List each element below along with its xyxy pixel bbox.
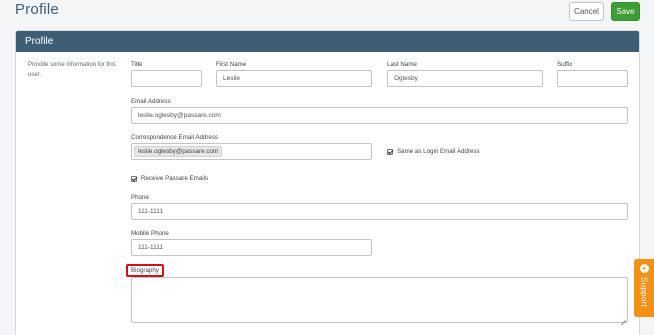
receive-emails-row[interactable]: Receive Passare Emails [131, 175, 208, 182]
last-name-input[interactable]: Oglesby [387, 70, 543, 87]
mobile-phone-label: Mobile Phone [131, 230, 169, 237]
section-description: Provide some information for this user. [28, 62, 116, 78]
email-value: leslie.oglesby@passare.com [138, 112, 221, 119]
email-label: Email Address [131, 98, 171, 105]
page-title: Profile [15, 1, 59, 18]
same-as-login-row[interactable]: Same as Login Email Address [387, 148, 480, 155]
same-as-login-checkbox[interactable] [387, 148, 393, 155]
receive-emails-label: Receive Passare Emails [141, 175, 209, 182]
correspondence-email-input[interactable]: leslie.oglesby@passare.com [131, 143, 372, 160]
save-button[interactable]: Save [611, 2, 640, 21]
same-as-login-label: Same as Login Email Address [397, 148, 480, 155]
cancel-button[interactable]: Cancel [569, 2, 604, 21]
correspondence-email-chip: leslie.oglesby@passare.com [134, 146, 223, 157]
biography-highlight-box [126, 264, 164, 277]
card-title: Profile [25, 36, 54, 47]
profile-page: Profile Cancel Save Profile Provide some… [0, 0, 654, 335]
profile-card: Profile Provide some information for thi… [15, 30, 640, 335]
last-name-label: Last Name [387, 61, 417, 68]
mobile-phone-input[interactable]: 111-1111 [131, 239, 372, 256]
email-input[interactable]: leslie.oglesby@passare.com [131, 107, 628, 124]
title-input[interactable] [131, 70, 202, 87]
resize-grip-icon[interactable] [621, 316, 626, 321]
receive-emails-checkbox[interactable] [131, 175, 137, 182]
chat-bubble-icon: ● [639, 264, 649, 273]
mobile-phone-value: 111-1111 [138, 244, 164, 251]
title-label: Title [131, 61, 143, 68]
phone-value: 111-1111 [138, 208, 164, 215]
support-label: Support [639, 277, 649, 308]
card-header: Profile [16, 31, 639, 52]
phone-input[interactable]: 111-1111 [131, 203, 628, 220]
last-name-value: Oglesby [394, 75, 418, 82]
phone-label: Phone [131, 194, 149, 201]
correspondence-email-label: Correspondence Email Address [131, 134, 219, 141]
biography-value [132, 278, 627, 286]
first-name-value: Leslie [223, 75, 240, 82]
suffix-input[interactable] [557, 70, 628, 87]
first-name-label: First Name [216, 61, 247, 68]
suffix-label: Suffix [557, 61, 573, 68]
first-name-input[interactable]: Leslie [216, 70, 372, 87]
biography-textarea[interactable] [131, 277, 628, 323]
support-tab[interactable]: ● Support [634, 259, 654, 317]
